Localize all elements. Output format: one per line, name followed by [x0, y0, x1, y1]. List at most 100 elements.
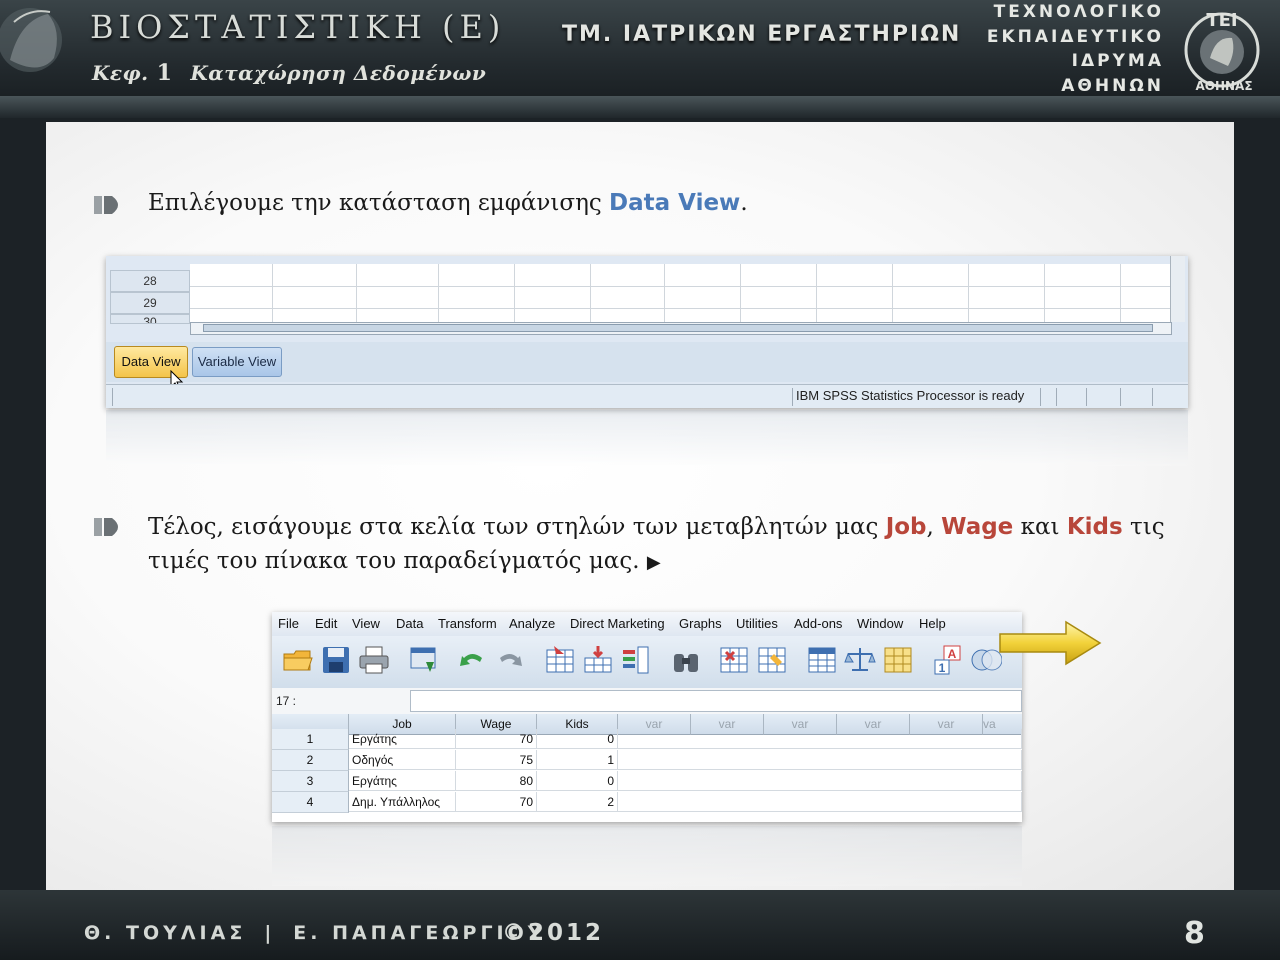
row-number[interactable]: 3 [272, 771, 349, 792]
menu-add-ons[interactable]: Add-ons [794, 616, 842, 631]
data-grid[interactable] [190, 264, 1170, 328]
bullet-text-part: και [1013, 514, 1067, 540]
bullet-text-part: . [740, 190, 748, 216]
insert-cases-icon[interactable] [718, 644, 750, 676]
menu-help[interactable]: Help [919, 616, 946, 631]
weight-cases-icon[interactable] [844, 644, 876, 676]
svg-text:ΤΕΙ: ΤΕΙ [1206, 10, 1237, 31]
screenshot-reflection [272, 826, 1022, 886]
svg-text:ΑΘΗΝΑΣ: ΑΘΗΝΑΣ [1195, 79, 1252, 93]
vertical-scrollbar[interactable] [1170, 256, 1185, 322]
cell-kids[interactable]: 2 [537, 792, 618, 812]
cell-wage[interactable]: 75 [456, 750, 537, 770]
goto-case-icon[interactable] [544, 644, 576, 676]
bullet-text-data-view: Επιλέγουμε την κατάσταση εμφάνισης Data … [148, 186, 748, 220]
course-title: ΒΙΟΣΤΑΤΙΣΤΙΚΗ (Ε) [90, 8, 506, 46]
tei-logo-icon: ΤΕΙ ΑΘΗΝΑΣ [1184, 10, 1260, 93]
cell-wage[interactable]: 70 [456, 792, 537, 812]
tab-variable-view[interactable]: Variable View [192, 347, 282, 377]
empty-cells[interactable] [618, 729, 1022, 749]
horizontal-scrollbar[interactable] [190, 322, 1172, 335]
empty-cells[interactable] [618, 771, 1022, 791]
bullet-text-part: Επιλέγουμε την κατάσταση εμφάνισης [148, 190, 610, 216]
save-icon[interactable] [320, 644, 352, 676]
cell-job[interactable]: Οδηγός [349, 750, 456, 770]
menu-view[interactable]: View [352, 616, 380, 631]
page-number: 8 [1184, 916, 1205, 951]
menu-data[interactable]: Data [396, 616, 423, 631]
insert-variable-icon[interactable] [756, 644, 788, 676]
split-file-icon[interactable] [806, 644, 838, 676]
cell-wage[interactable]: 70 [456, 729, 537, 749]
cell-editor-bar: 17 : [272, 688, 1022, 715]
chapter-label: Κεφ. [92, 61, 149, 85]
print-icon[interactable] [358, 644, 390, 676]
menu-edit[interactable]: Edit [315, 616, 337, 631]
row-header: 28 [110, 270, 190, 292]
toolbar: A1 [272, 636, 1022, 689]
author-1: Θ. ΤΟΥΛΙΑΣ [84, 922, 247, 944]
cell-kids[interactable]: 1 [537, 750, 618, 770]
institution-name: ΤΕΧΝΟΛΟΓΙΚΟ ΕΚΠΑΙΔΕΥΤΙΚΟ ΙΔΡΥΜΑ ΑΘΗΝΩΝ [987, 0, 1164, 98]
bullet-icon [94, 196, 118, 214]
svg-text:1: 1 [939, 661, 946, 675]
menu-window[interactable]: Window [857, 616, 903, 631]
menu-utilities[interactable]: Utilities [736, 616, 778, 631]
menu-analyze[interactable]: Analyze [509, 616, 555, 631]
open-folder-icon[interactable] [282, 644, 314, 676]
empty-cells[interactable] [618, 792, 1022, 812]
menu-direct-marketing[interactable]: Direct Marketing [570, 616, 665, 631]
undo-icon[interactable] [456, 644, 488, 676]
variables-icon[interactable] [620, 644, 652, 676]
cell-kids[interactable]: 0 [537, 771, 618, 791]
chapter-heading: Κεφ. 1 Καταχώρηση Δεδομένων [92, 60, 486, 86]
institution-line: ΤΕΧΝΟΛΟΓΙΚΟ [993, 2, 1164, 22]
copyright: ©2012 [502, 920, 605, 946]
slide-header: ΒΙΟΣΤΑΤΙΣΤΙΚΗ (Ε) Κεφ. 1 Καταχώρηση Δεδομέ… [0, 0, 1280, 118]
cell-job[interactable]: Εργάτης [349, 771, 456, 791]
row-number[interactable]: 2 [272, 750, 349, 771]
institution-line: ΕΚΠΑΙΔΕΥΤΙΚΟ [986, 26, 1164, 47]
row-number[interactable]: 1 [272, 729, 349, 750]
cell-job[interactable]: Εργάτης [349, 729, 456, 749]
bullet-icon [94, 518, 118, 536]
spss-view-tabs-screenshot: 28 29 30 Data View Variable View IBM SPS… [106, 256, 1188, 408]
status-bar: IBM SPSS Statistics Processor is ready [106, 384, 1188, 408]
bullet-text-part: Τέλος, εισάγουμε στα κελία των στηλών τω… [148, 514, 886, 540]
menu-transform[interactable]: Transform [438, 616, 497, 631]
status-text: IBM SPSS Statistics Processor is ready [796, 388, 1025, 403]
highlight-data-view: Data View [609, 190, 741, 216]
value-labels-icon[interactable]: A1 [932, 644, 964, 676]
next-arrow-icon[interactable]: ▶ [647, 552, 661, 573]
author-separator: | [264, 922, 276, 944]
header-strip [0, 96, 1280, 118]
highlight-wage: Wage [941, 514, 1014, 540]
menu-graphs[interactable]: Graphs [679, 616, 722, 631]
cell-reference: 17 : [276, 694, 297, 708]
row-header: 29 [110, 292, 190, 314]
menu-file[interactable]: File [278, 616, 299, 631]
cell-wage[interactable]: 80 [456, 771, 537, 791]
authors: Θ. ΤΟΥΛΙΑΣ | Ε. ΠΑΠΑΓΕΩΡΓΙΟΥ [84, 922, 546, 944]
laurel-head-icon [0, 8, 62, 72]
highlight-kids: Kids [1066, 514, 1123, 540]
screenshot-reflection [106, 410, 1188, 466]
find-icon[interactable] [670, 644, 702, 676]
recall-dialog-icon[interactable] [408, 644, 440, 676]
department-title: ΤΜ. ΙΑΤΡΙΚΩΝ ΕΡΓΑΣΤΗΡΙΩΝ [562, 22, 962, 47]
spss-data-editor-screenshot: File Edit View Data Transform Analyze Di… [272, 612, 1022, 822]
select-cases-icon[interactable] [882, 644, 914, 676]
menu-bar: File Edit View Data Transform Analyze Di… [272, 612, 1022, 636]
row-number[interactable]: 4 [272, 792, 349, 813]
cell-kids[interactable]: 0 [537, 729, 618, 749]
institution-line: ΙΔΡΥΜΑ [1071, 51, 1164, 71]
goto-variable-icon[interactable] [582, 644, 614, 676]
yellow-arrow-icon [999, 620, 1102, 666]
empty-cells[interactable] [618, 750, 1022, 770]
cell-job[interactable]: Δημ. Υπάλληλος [349, 792, 456, 812]
cell-value-input[interactable] [410, 690, 1022, 712]
highlight-job: Job [885, 514, 927, 540]
svg-text:A: A [948, 647, 957, 661]
redo-icon[interactable] [494, 644, 526, 676]
chapter-number: 1 [156, 60, 173, 86]
